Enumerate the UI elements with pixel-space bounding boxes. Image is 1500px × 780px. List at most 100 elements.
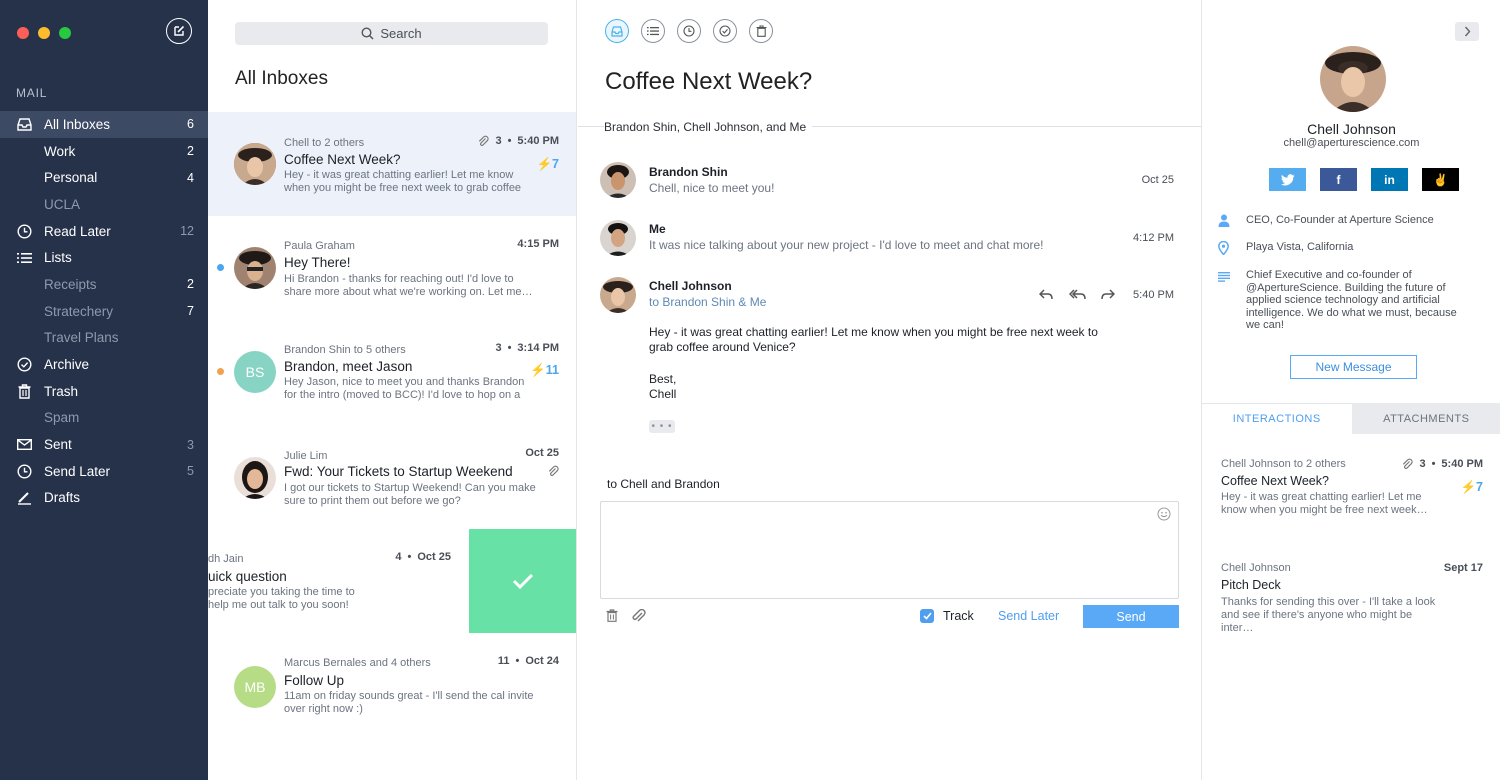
attachment-icon[interactable] — [630, 609, 647, 623]
avatar — [234, 457, 276, 499]
sender: Julie Lim — [284, 450, 328, 462]
thread-subject: Coffee Next Week? — [605, 68, 813, 95]
social-links: f in ✌ — [1269, 168, 1459, 191]
facebook-link[interactable]: f — [1320, 168, 1357, 191]
sidebar-item-personal[interactable]: Personal 4 — [0, 164, 208, 191]
preview: Hey - it was great chatting earlier! Let… — [1221, 491, 1428, 516]
forward-icon[interactable] — [1101, 288, 1115, 300]
sidebar-item-receipts[interactable]: Receipts 2 — [0, 271, 208, 298]
subject: Pitch Deck — [1221, 578, 1281, 592]
sidebar-item-trash[interactable]: Trash — [0, 378, 208, 405]
sidebar-item-ucla[interactable]: UCLA — [0, 191, 208, 218]
track-toggle[interactable]: Track — [920, 609, 974, 623]
unread-dot — [217, 264, 224, 271]
sidebar-item-work[interactable]: Work 2 — [0, 138, 208, 165]
unread-count: 4 — [187, 170, 194, 185]
inbox-toolbar-button[interactable] — [605, 19, 629, 43]
preview: Hey - it was great chatting earlier! Let… — [284, 169, 522, 194]
sidebar-item-send-later[interactable]: Send Later 5 — [0, 458, 208, 485]
track-checkbox[interactable] — [920, 609, 934, 623]
archive-swipe-action[interactable] — [469, 529, 576, 633]
sidebar-item-lists[interactable]: Lists — [0, 244, 208, 271]
send-later-button[interactable]: Send Later — [998, 609, 1059, 623]
angellist-link[interactable]: ✌ — [1422, 168, 1459, 191]
avatar — [234, 247, 276, 289]
pencil-icon — [16, 489, 33, 506]
reply-all-icon[interactable] — [1069, 288, 1086, 300]
new-message-button[interactable]: New Message — [1290, 355, 1417, 379]
interaction-item[interactable]: Chell Johnson to 2 others 3 • 5:40 PM Co… — [1221, 458, 1483, 528]
message-date: 4:12 PM — [1133, 232, 1174, 244]
sidebar-item-read-later[interactable]: Read Later 12 — [0, 218, 208, 245]
message-meta: Oct 25 — [525, 447, 559, 459]
track-label: Track — [943, 609, 974, 623]
sidebar-item-sent[interactable]: Sent 3 — [0, 431, 208, 458]
sidebar-item-label: Travel Plans — [44, 330, 119, 346]
zoom-window-button[interactable] — [59, 27, 71, 39]
contact-location-row: Playa Vista, California — [1218, 240, 1478, 260]
check-circle-icon — [16, 356, 33, 373]
contact-name: Chell Johnson — [1307, 121, 1396, 137]
minimize-window-button[interactable] — [38, 27, 50, 39]
message-meta: 3 • 3:14 PM — [495, 342, 559, 354]
sender: dh Jain — [208, 553, 244, 565]
tab-attachments[interactable]: ATTACHMENTS — [1351, 403, 1500, 434]
inbox-icon — [611, 25, 623, 37]
list-item[interactable]: Julie Lim Oct 25 Fwd: Your Tickets to St… — [208, 424, 576, 528]
contact-email[interactable]: chell@aperturescience.com — [1202, 137, 1500, 149]
sender: Chell Johnson to 2 others — [1221, 458, 1346, 470]
sidebar-item-all-inboxes[interactable]: All Inboxes 6 — [0, 111, 208, 138]
sidebar-item-spam[interactable]: Spam — [0, 405, 208, 432]
message-date: Oct 25 — [1141, 174, 1174, 186]
sidebar-item-drafts[interactable]: Drafts — [0, 485, 208, 512]
unread-count: 5 — [187, 464, 194, 479]
clock-icon — [16, 223, 33, 240]
reply-icon[interactable] — [1039, 288, 1053, 300]
reply-textarea[interactable] — [600, 501, 1179, 599]
trash-icon — [16, 383, 33, 400]
snooze-toolbar-button[interactable] — [677, 19, 701, 43]
sidebar-item-label: Stratechery — [44, 303, 114, 319]
attachment-icon — [548, 465, 559, 476]
message-meta: 4 • Oct 25 — [395, 551, 451, 563]
list-item[interactable]: MB Marcus Bernales and 4 others 11 • Oct… — [208, 633, 576, 737]
compose-button[interactable] — [166, 18, 192, 44]
message-body-signature: Chell — [649, 387, 677, 401]
thread-count: 11 — [497, 655, 510, 667]
unread-count: 6 — [187, 117, 194, 132]
close-window-button[interactable] — [17, 27, 29, 39]
unread-count: 2 — [187, 277, 194, 292]
twitter-link[interactable] — [1269, 168, 1306, 191]
unread-count: 7 — [187, 304, 194, 319]
trash-icon[interactable] — [606, 609, 618, 622]
avatar — [600, 277, 636, 313]
sidebar-item-stratechery[interactable]: Stratechery 7 — [0, 298, 208, 325]
search-field[interactable]: Search — [235, 22, 548, 45]
archive-toolbar-button[interactable] — [713, 19, 737, 43]
avatar — [234, 143, 276, 185]
emoji-icon[interactable] — [1157, 507, 1171, 521]
sidebar-item-label: Personal — [44, 170, 98, 186]
avatar — [600, 220, 636, 256]
list-toolbar-button[interactable] — [641, 19, 665, 43]
send-button[interactable]: Send — [1083, 605, 1179, 628]
trash-toolbar-button[interactable] — [749, 19, 773, 43]
list-item[interactable]: Paula Graham 4:15 PM Hey There! Hi Brand… — [208, 216, 576, 320]
linkedin-link[interactable]: in — [1371, 168, 1408, 191]
message-meta: 11 • Oct 24 — [497, 655, 559, 667]
message-meta: 3 • 5:40 PM — [477, 135, 559, 147]
list-item-swiped[interactable]: dh Jain 4 • Oct 25 uick question preciat… — [208, 529, 469, 633]
list-item[interactable]: BS Brandon Shin to 5 others 3 • 3:14 PM … — [208, 320, 576, 424]
sidebar-item-label: Trash — [44, 383, 79, 399]
interaction-item[interactable]: Chell Johnson Sept 17 Pitch Deck Thanks … — [1221, 562, 1483, 634]
thread-count: 3 — [495, 342, 502, 354]
compose-icon — [174, 25, 185, 36]
reply-recipients[interactable]: to Chell and Brandon — [607, 477, 720, 491]
show-quoted-button[interactable]: • • • — [649, 420, 675, 433]
sidebar-item-archive[interactable]: Archive — [0, 351, 208, 378]
tab-interactions[interactable]: INTERACTIONS — [1202, 403, 1352, 434]
list-item[interactable]: Chell to 2 others 3 • 5:40 PM Coffee Nex… — [208, 112, 576, 216]
sidebar-item-label: Work — [44, 143, 76, 159]
collapse-panel-button[interactable] — [1455, 22, 1479, 41]
sidebar-item-travel-plans[interactable]: Travel Plans — [0, 325, 208, 352]
